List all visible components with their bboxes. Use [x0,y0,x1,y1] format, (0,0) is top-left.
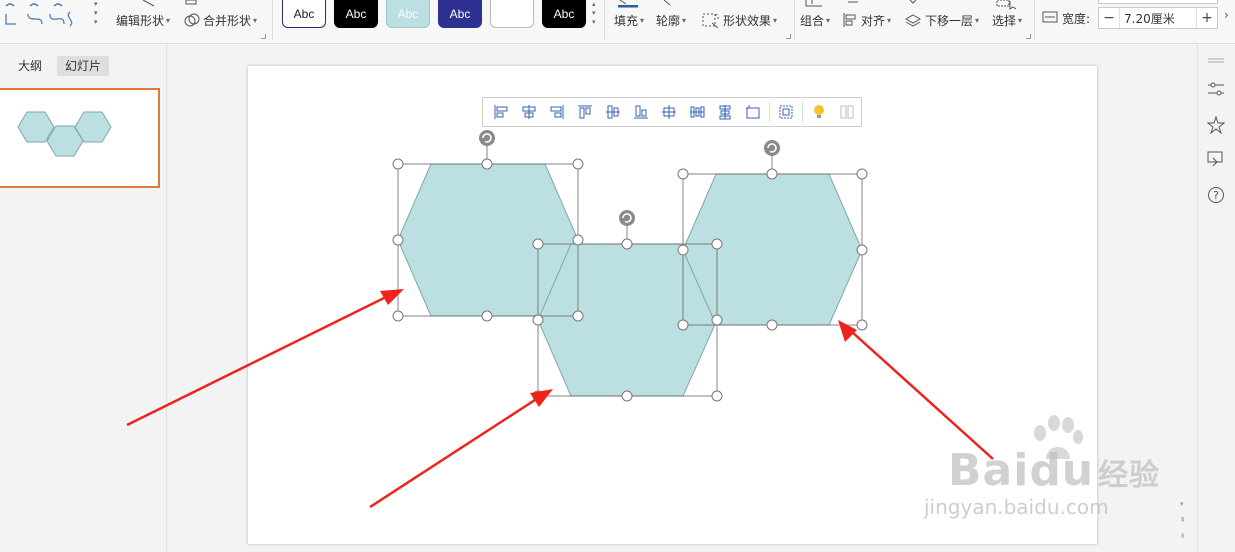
shape-style-chip[interactable]: Abc [386,0,430,28]
next-slide-icon[interactable]: ⇟ [1180,532,1186,540]
curve-arrow-connector-icon [49,13,65,25]
shape-effects-label: 形状效果 [723,13,772,28]
bring-forward-top-icon [909,0,917,4]
fill-label: 填充 [614,13,639,28]
collapse-bar-icon[interactable] [1205,50,1227,72]
send-backward-icon [904,14,922,27]
align-left-icon[interactable] [487,98,515,126]
right-sidebar: ? [1197,44,1235,552]
thumbnail-preview [17,111,112,157]
width-input[interactable]: 7.20厘米 [1119,8,1197,28]
slide-canvas[interactable] [248,66,1097,544]
merge-shape-icon [184,13,200,27]
outline-button[interactable]: 轮廓 ▾ [656,10,686,30]
floating-align-toolbar [482,97,862,127]
tab-outline[interactable]: 大纲 [10,56,50,76]
shape-style-chip[interactable]: Abc [438,0,482,28]
align-to-slide-icon[interactable] [739,98,767,126]
align-label: 对齐 [861,13,886,28]
slide-transition-icon[interactable] [1205,148,1227,170]
shape-style-chip[interactable] [490,0,534,28]
outline-label: 轮廓 [656,13,681,28]
align-icon [843,13,856,27]
merge-top-icon [185,0,197,5]
width-icon [1042,11,1058,23]
edit-shape-button[interactable]: 编辑形状 ▾ [116,10,170,30]
ribbon-more-icon[interactable]: › [1224,8,1229,22]
shape-style-chip[interactable]: Abc [334,0,378,28]
group-icon [805,0,822,7]
width-decrease-button[interactable]: − [1099,10,1119,26]
scroll-down-icon[interactable]: ▾ [1180,500,1184,508]
select-button[interactable]: 选择 ▾ [992,10,1022,30]
shape-style-chip[interactable]: Abc [282,0,326,28]
gallery-scroll[interactable]: ▾ ▾ ▾ [94,0,106,30]
slide-thumbnail-1[interactable] [0,88,160,188]
merge-shape-label: 合并形状 [203,13,252,28]
lightbulb-icon[interactable] [805,98,833,126]
merge-shape-button[interactable]: 合并形状 ▾ [184,10,257,30]
curve-connector-icon [27,13,43,25]
app-window: ▾ ▾ ▾ 编辑形状 ▾ 合并形状 ▾ Abc Abc Abc Abc Abc ▴ ▾ ▾ 填充 ▾ … [0,0,1235,552]
align-right-icon[interactable] [543,98,571,126]
group-label: 组合 [800,13,825,28]
help-icon[interactable]: ? [1205,184,1227,206]
send-backward-label: 下移一层 [925,13,974,28]
tab-slides[interactable]: 幻灯片 [57,56,110,76]
width-stepper[interactable]: − 7.20厘米 + [1098,7,1218,29]
vertical-scrollbar[interactable]: ▾ ⇞ ⇟ [1176,44,1190,552]
shape-effects-button[interactable]: 形状效果 ▾ [702,10,777,30]
fill-button[interactable]: 填充 ▾ [614,10,644,30]
width-label: 宽度: [1062,11,1091,26]
align-middle-icon[interactable] [599,98,627,126]
height-stepper-edge [1098,0,1218,4]
rotate-top-icon [848,1,858,3]
select-label: 选择 [992,13,1017,28]
slide-panel: 大纲 幻灯片 [0,44,167,552]
more-options-icon[interactable] [833,98,861,126]
prev-slide-icon[interactable]: ⇞ [1180,516,1186,524]
freeform-icon [67,11,73,27]
group-objects-icon[interactable] [772,98,800,126]
properties-icon[interactable] [1205,78,1227,100]
ribbon-toolbar: ▾ ▾ ▾ 编辑形状 ▾ 合并形状 ▾ Abc Abc Abc Abc Abc ▴ ▾ ▾ 填充 ▾ … [0,0,1235,44]
shape-style-chip[interactable]: Abc [542,0,586,28]
group-button[interactable]: 组合 ▾ [800,10,830,30]
send-backward-button[interactable]: 下移一层 ▾ [904,10,979,30]
align-button[interactable]: 对齐 ▾ [842,10,891,30]
animation-star-icon[interactable] [1205,114,1227,136]
svg-text:?: ? [1213,189,1219,202]
align-bottom-icon[interactable] [627,98,655,126]
distribute-horizontal-icon[interactable] [655,98,683,126]
distribute-vertical-icon[interactable] [711,98,739,126]
connector-gallery[interactable] [2,0,84,30]
fill-bucket-icon [618,0,638,8]
shape-effects-icon [702,13,719,29]
outline-pen-icon [663,0,671,6]
style-gallery-scroll[interactable]: ▴ ▾ ▾ [592,0,602,30]
width-increase-button[interactable]: + [1197,10,1217,26]
edit-shape-icon [142,0,155,7]
align-top-icon[interactable] [571,98,599,126]
select-cursor-icon [996,0,1017,10]
watermark-brand-c: 经验 [1098,458,1161,493]
group-launcher-icon[interactable] [261,34,266,39]
arrange-launcher-icon[interactable] [1026,34,1031,39]
distribute-columns-icon[interactable] [683,98,711,126]
style-launcher-icon[interactable] [786,34,791,39]
edit-shape-label: 编辑形状 [116,13,165,28]
elbow-connector-icon [5,14,16,25]
align-center-icon[interactable] [515,98,543,126]
